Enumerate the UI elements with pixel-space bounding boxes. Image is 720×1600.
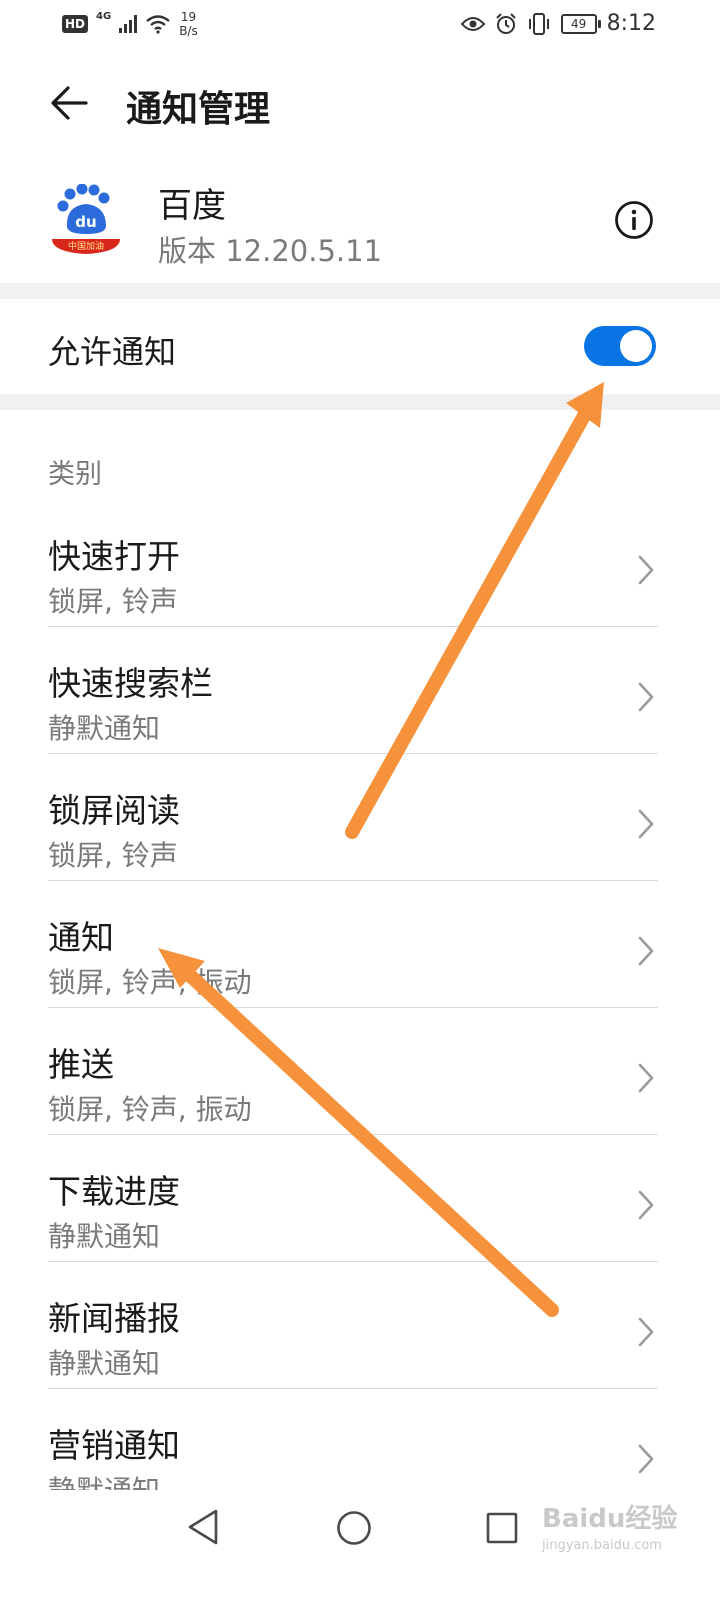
section-divider bbox=[0, 394, 720, 410]
list-item-subtitle: 锁屏, 铃声 bbox=[48, 839, 178, 872]
chevron-right-icon bbox=[638, 809, 654, 839]
nav-home-icon[interactable] bbox=[336, 1510, 372, 1546]
chevron-right-icon bbox=[638, 1190, 654, 1220]
list-item-subtitle: 静默通知 bbox=[48, 1220, 161, 1253]
page-title: 通知管理 bbox=[126, 89, 271, 130]
list-item-title: 下载进度 bbox=[48, 1172, 180, 1211]
network-speed: 19 B/s bbox=[179, 10, 198, 38]
back-arrow-icon[interactable] bbox=[48, 82, 90, 124]
allow-notifications-toggle[interactable] bbox=[584, 326, 656, 366]
chevron-right-icon bbox=[638, 936, 654, 966]
signal-icon bbox=[119, 15, 138, 33]
app-name: 百度 bbox=[158, 186, 226, 226]
info-icon[interactable] bbox=[614, 200, 654, 240]
app-icon-text: du bbox=[75, 213, 96, 231]
page-header: 通知管理 bbox=[0, 70, 720, 140]
chevron-right-icon bbox=[638, 1444, 654, 1474]
list-item[interactable]: 快速打开 锁屏, 铃声 bbox=[0, 500, 720, 627]
list-item-title: 快速打开 bbox=[48, 537, 180, 576]
alarm-icon bbox=[495, 12, 516, 34]
speed-unit: B/s bbox=[179, 24, 198, 38]
battery-indicator: 49 bbox=[560, 13, 601, 34]
speed-value: 19 bbox=[180, 10, 197, 24]
list-item[interactable]: 新闻播报 静默通知 bbox=[0, 1262, 720, 1389]
list-item-title: 锁屏阅读 bbox=[48, 791, 180, 830]
list-item[interactable]: 锁屏阅读 锁屏, 铃声 bbox=[0, 754, 720, 881]
list-item[interactable]: 快速搜索栏 静默通知 bbox=[0, 627, 720, 754]
list-item-subtitle: 锁屏, 铃声, 振动 bbox=[48, 1093, 252, 1126]
chevron-right-icon bbox=[638, 1063, 654, 1093]
list-item-subtitle: 静默通知 bbox=[48, 712, 161, 745]
chevron-right-icon bbox=[638, 1317, 654, 1347]
watermark-url-text: jingyan.baidu.com bbox=[542, 1538, 662, 1553]
category-list: 快速打开 锁屏, 铃声 快速搜索栏 静默通知 锁屏阅读 锁屏, 铃声 通知 锁屏… bbox=[0, 500, 720, 1516]
allow-notifications-row[interactable]: 允许通知 bbox=[0, 299, 720, 394]
vibrate-icon bbox=[528, 12, 549, 35]
toggle-knob bbox=[620, 330, 652, 362]
app-version: 版本 12.20.5.11 bbox=[158, 234, 383, 268]
hd-badge: HD bbox=[62, 15, 89, 33]
list-item[interactable]: 推送 锁屏, 铃声, 振动 bbox=[0, 1008, 720, 1135]
list-item-subtitle: 锁屏, 铃声, 振动 bbox=[48, 966, 252, 999]
list-item[interactable]: 通知 锁屏, 铃声, 振动 bbox=[0, 881, 720, 1008]
status-bar: HD 4G 19 B/s 49 8:12 bbox=[0, 0, 720, 50]
list-item-title: 快速搜索栏 bbox=[48, 664, 213, 703]
list-item-title: 推送 bbox=[48, 1045, 114, 1084]
system-navigation-bar: Baidu经验 jingyan.baidu.com bbox=[0, 1490, 720, 1600]
watermark-main-text: Baidu经验 bbox=[542, 1504, 678, 1534]
nav-recents-icon[interactable] bbox=[486, 1512, 518, 1544]
chevron-right-icon bbox=[638, 682, 654, 712]
status-time: 8:12 bbox=[606, 11, 656, 36]
baidu-app-icon: du 中国加油 bbox=[52, 184, 120, 254]
category-section-label: 类别 bbox=[48, 459, 102, 490]
list-item-title: 通知 bbox=[48, 918, 114, 957]
status-bar-right: 49 8:12 bbox=[460, 11, 656, 36]
list-item-subtitle: 锁屏, 铃声 bbox=[48, 585, 178, 618]
app-info: du 中国加油 百度 版本 12.20.5.11 bbox=[0, 170, 720, 282]
app-icon-banner: 中国加油 bbox=[68, 240, 104, 252]
list-item[interactable]: 下载进度 静默通知 bbox=[0, 1135, 720, 1262]
nav-back-icon[interactable] bbox=[186, 1508, 220, 1546]
section-divider bbox=[0, 283, 720, 299]
allow-notifications-label: 允许通知 bbox=[48, 333, 177, 371]
list-item-title: 营销通知 bbox=[48, 1426, 180, 1465]
wifi-icon bbox=[146, 15, 170, 34]
list-item-subtitle: 静默通知 bbox=[48, 1347, 161, 1380]
list-item-title: 新闻播报 bbox=[48, 1299, 180, 1338]
chevron-right-icon bbox=[638, 555, 654, 585]
baidu-jingyan-watermark: Baidu经验 jingyan.baidu.com bbox=[536, 1498, 716, 1578]
eye-icon bbox=[460, 16, 485, 31]
network-type: 4G bbox=[96, 10, 112, 22]
status-bar-left: HD 4G 19 B/s bbox=[62, 10, 198, 38]
